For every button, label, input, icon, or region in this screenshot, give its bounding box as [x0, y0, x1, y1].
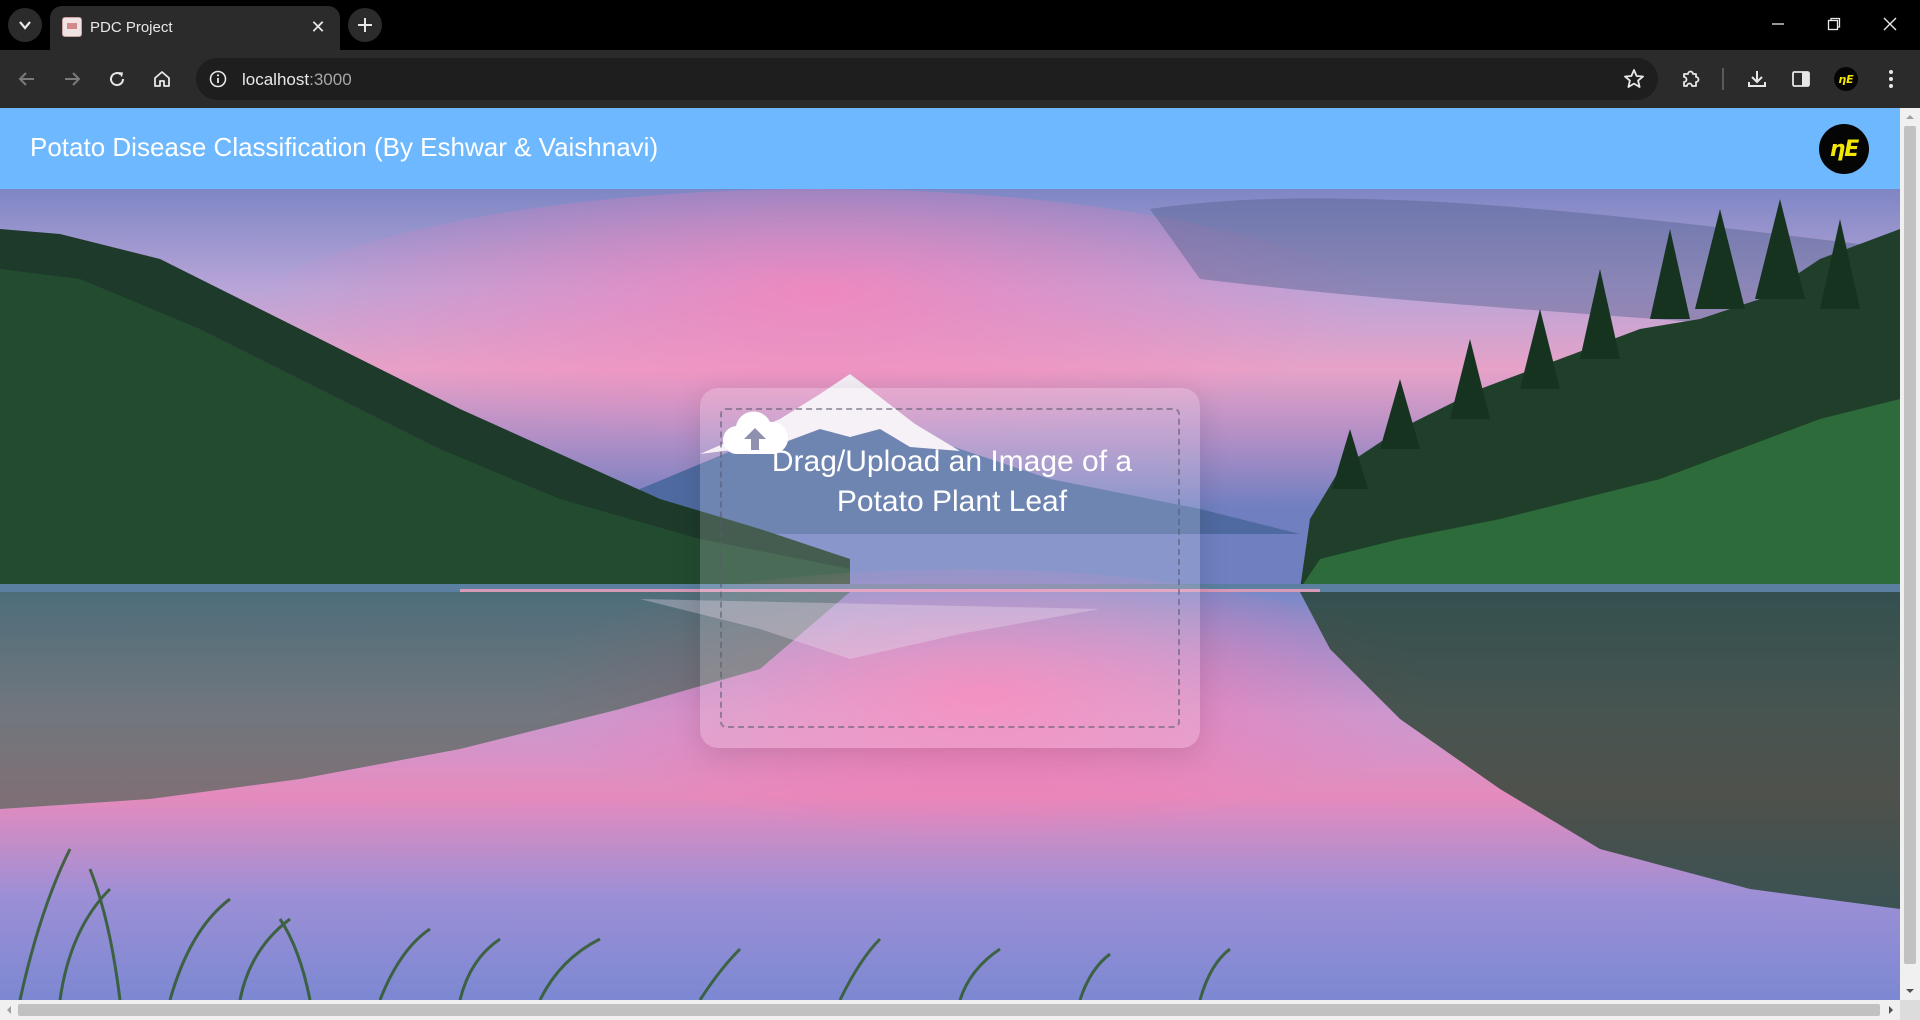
dropzone-prompt: Drag/Upload an Image of a Potato Plant L…	[771, 445, 1133, 518]
new-tab-button[interactable]	[348, 8, 382, 42]
profile-initials: ƞE	[1838, 72, 1854, 86]
url-text: localhost:3000	[242, 70, 352, 90]
downloads-button[interactable]	[1740, 62, 1774, 96]
app-logo[interactable]: ƞE	[1819, 124, 1869, 174]
scroll-left-arrow-icon[interactable]	[4, 1005, 14, 1015]
scroll-right-arrow-icon[interactable]	[1886, 1005, 1896, 1015]
toolbar-divider	[1722, 68, 1724, 90]
vertical-scrollbar[interactable]	[1900, 108, 1920, 1000]
app-title: Potato Disease Classification (By Eshwar…	[30, 132, 659, 162]
extensions-button[interactable]	[1674, 62, 1708, 96]
restore-button[interactable]	[1806, 0, 1862, 48]
browser-tab-active[interactable]: PDC Project ✕	[50, 6, 340, 50]
minimize-icon	[1772, 23, 1784, 25]
side-panel-button[interactable]	[1784, 62, 1818, 96]
home-button[interactable]	[145, 62, 179, 96]
tab-close-icon[interactable]: ✕	[308, 17, 328, 37]
browser-menu-button[interactable]	[1874, 62, 1908, 96]
page-viewport: Potato Disease Classification (By Eshwar…	[0, 108, 1900, 1000]
tab-strip: PDC Project ✕	[0, 0, 1920, 50]
forward-button[interactable]	[55, 62, 89, 96]
minimize-button[interactable]	[1750, 0, 1806, 48]
back-arrow-icon	[18, 72, 34, 86]
dropzone-dashed-border: Drag/Upload an Image of a Potato Plant L…	[720, 408, 1180, 728]
info-icon	[209, 70, 227, 88]
cloud-upload-icon[interactable]	[722, 410, 788, 458]
profile-button[interactable]: ƞE	[1829, 62, 1863, 96]
back-button[interactable]	[10, 62, 44, 96]
profile-avatar-icon: ƞE	[1834, 67, 1858, 91]
tab-search-button[interactable]	[8, 8, 42, 42]
url-port: :3000	[309, 70, 352, 89]
browser-toolbar: localhost:3000 ƞE	[0, 50, 1920, 108]
plus-icon	[358, 18, 372, 32]
url-host: localhost	[242, 70, 310, 89]
app-logo-text: ƞE	[1829, 136, 1860, 162]
restore-icon	[1827, 17, 1841, 31]
reload-button[interactable]	[100, 62, 134, 96]
home-icon	[154, 71, 170, 87]
background-landscape-image: Drag/Upload an Image of a Potato Plant L…	[0, 189, 1900, 1000]
close-window-button[interactable]	[1862, 0, 1918, 48]
side-panel-icon	[1792, 71, 1810, 87]
scrollbar-corner	[1900, 1000, 1920, 1020]
browser-window: PDC Project ✕ localhost:3000 ƞE Potato D…	[0, 0, 1920, 1020]
scroll-down-arrow-icon[interactable]	[1905, 986, 1915, 996]
forward-arrow-icon	[65, 72, 81, 86]
horizontal-scrollbar[interactable]	[0, 1000, 1900, 1020]
upload-dropzone[interactable]: Drag/Upload an Image of a Potato Plant L…	[700, 388, 1200, 748]
app-navbar: Potato Disease Classification (By Eshwar…	[0, 108, 1900, 189]
download-icon	[1748, 71, 1766, 87]
chevron-down-icon	[19, 21, 31, 30]
scroll-up-arrow-icon[interactable]	[1905, 112, 1915, 122]
site-info-button[interactable]	[204, 65, 232, 93]
vertical-scroll-thumb[interactable]	[1904, 126, 1916, 964]
puzzle-extensions-icon	[1683, 70, 1700, 87]
close-icon	[1883, 17, 1897, 31]
address-bar[interactable]: localhost:3000	[196, 58, 1658, 100]
tab-title: PDC Project	[90, 19, 173, 36]
horizontal-scroll-thumb[interactable]	[18, 1004, 1880, 1016]
bookmark-star-icon[interactable]	[1622, 67, 1646, 91]
kebab-menu-icon	[1889, 70, 1893, 88]
page-favicon-icon	[62, 17, 82, 37]
reload-icon	[110, 72, 125, 87]
